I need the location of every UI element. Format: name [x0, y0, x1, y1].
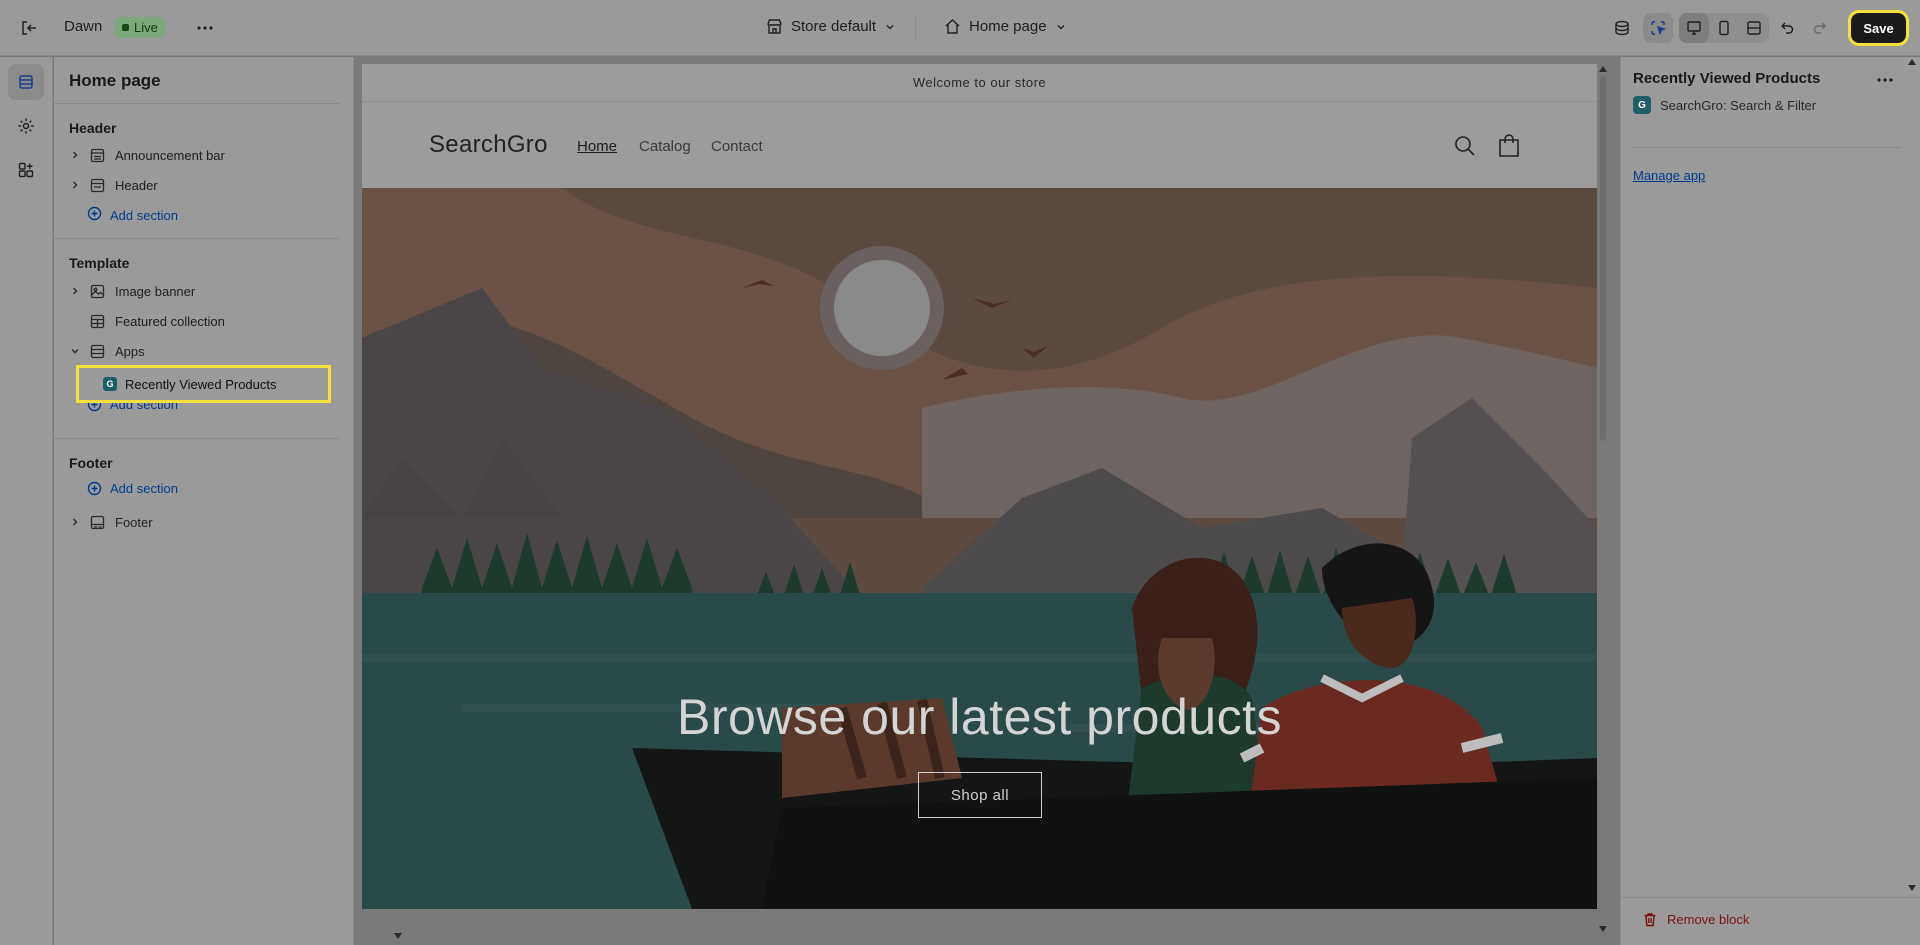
collection-section-icon [88, 312, 106, 330]
apps-section-icon [88, 342, 106, 360]
section-apps[interactable]: Apps [54, 337, 340, 365]
nav-link-catalog[interactable]: Catalog [639, 138, 691, 155]
chevron-right-icon[interactable] [68, 286, 82, 296]
section-header[interactable]: Header [54, 171, 340, 199]
search-icon[interactable] [1453, 134, 1477, 163]
store-icon [767, 19, 782, 34]
live-dot-icon [122, 24, 129, 31]
home-icon [945, 19, 960, 34]
top-bar: Dawn Live Store default Home page Save [0, 0, 1920, 56]
header-section-icon [88, 176, 106, 194]
hero-heading: Browse our latest products [677, 689, 1282, 745]
section-label: Footer [115, 514, 153, 530]
app-name: SearchGro: Search & Filter [1660, 97, 1817, 113]
remove-block-label: Remove block [1667, 912, 1750, 927]
fullscreen-view-icon[interactable] [1739, 13, 1769, 43]
app-embeds-icon[interactable] [1609, 15, 1635, 41]
block-settings-panel: Recently Viewed Products G SearchGro: Se… [1620, 57, 1920, 945]
exit-icon[interactable] [17, 16, 41, 40]
panel-title: Recently Viewed Products [1633, 70, 1821, 87]
chevron-right-icon[interactable] [68, 150, 82, 160]
more-options-icon[interactable] [1877, 69, 1901, 89]
chevron-right-icon[interactable] [68, 517, 82, 527]
divider [54, 438, 340, 439]
section-image-banner[interactable]: Image banner [54, 277, 340, 305]
divider [1633, 147, 1901, 148]
divider [1621, 897, 1920, 898]
live-badge-label: Live [134, 20, 158, 35]
footer-section-icon [88, 513, 106, 531]
scroll-down-icon[interactable] [392, 930, 404, 942]
panel-scrollbar[interactable] [1907, 57, 1917, 893]
divider [915, 17, 916, 39]
announcement-bar: Welcome to our store [362, 64, 1597, 102]
preview-scrollbar[interactable] [1598, 64, 1608, 934]
announcement-section-icon [88, 146, 106, 164]
storefront-preview: Welcome to our store SearchGro Home Cata… [362, 64, 1597, 909]
section-label: Announcement bar [115, 147, 225, 163]
add-circle-icon [87, 206, 102, 224]
divider [54, 238, 340, 239]
section-label: Apps [115, 343, 145, 359]
desktop-view-icon[interactable] [1679, 13, 1709, 43]
group-title-template: Template [69, 255, 130, 271]
chevron-down-icon [1057, 24, 1065, 29]
add-section-footer-button[interactable]: Add section [87, 481, 178, 496]
section-announcement-bar[interactable]: Announcement bar [54, 141, 340, 169]
nav-link-home[interactable]: Home [577, 138, 617, 155]
searchgro-app-icon: G [103, 377, 117, 391]
page-title: Home page [69, 71, 161, 90]
store-selector[interactable]: Store default [766, 18, 896, 35]
live-badge: Live [114, 17, 166, 38]
save-button[interactable]: Save [1848, 10, 1909, 46]
page-selector-label: Home page [969, 18, 1047, 35]
image-section-icon [88, 282, 106, 300]
group-title-header: Header [69, 120, 117, 136]
theme-settings-gear-icon[interactable] [8, 108, 44, 144]
shop-all-button[interactable]: Shop all [918, 772, 1042, 818]
theme-name: Dawn [64, 18, 103, 35]
left-rail [0, 57, 53, 945]
app-source: G SearchGro: Search & Filter [1633, 96, 1816, 114]
add-circle-icon [87, 481, 102, 496]
block-recently-viewed-products[interactable]: G Recently Viewed Products [76, 365, 331, 403]
section-featured-collection[interactable]: Featured collection [54, 307, 340, 335]
section-label: Header [115, 177, 158, 193]
chevron-right-icon[interactable] [68, 180, 82, 190]
section-label: Image banner [115, 283, 196, 299]
block-label: Recently Viewed Products [125, 376, 277, 392]
page-selector[interactable]: Home page [944, 18, 1067, 35]
nav-link-contact[interactable]: Contact [711, 138, 763, 155]
store-selector-label: Store default [791, 18, 877, 35]
inspector-icon[interactable] [1643, 13, 1673, 43]
more-options-icon[interactable] [193, 16, 217, 40]
add-section-label: Add section [110, 207, 178, 223]
chevron-down-icon [886, 24, 894, 29]
section-footer[interactable]: Footer [54, 508, 340, 536]
apps-icon[interactable] [8, 152, 44, 188]
section-label: Featured collection [115, 313, 225, 329]
redo-icon[interactable] [1808, 16, 1832, 40]
sections-icon[interactable] [8, 64, 44, 100]
searchgro-app-icon: G [1633, 96, 1651, 114]
trash-icon [1644, 913, 1656, 927]
store-logo[interactable]: SearchGro [429, 131, 548, 159]
remove-block-button[interactable]: Remove block [1643, 912, 1749, 927]
undo-icon[interactable] [1775, 16, 1799, 40]
sections-sidebar: Home page Header Announcement bar Header… [54, 57, 402, 945]
chevron-down-icon[interactable] [68, 346, 82, 356]
divider [54, 103, 340, 104]
add-section-header-button[interactable]: Add section [54, 201, 340, 229]
mobile-view-icon[interactable] [1709, 13, 1739, 43]
manage-app-link[interactable]: Manage app [1633, 168, 1705, 183]
cart-icon[interactable] [1497, 133, 1521, 164]
group-title-footer: Footer [69, 455, 113, 471]
add-section-label: Add section [110, 481, 178, 496]
